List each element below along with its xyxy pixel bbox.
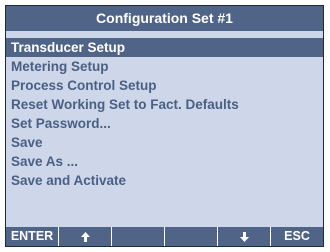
screen-title: Configuration Set #1 (6, 6, 323, 31)
esc-softkey[interactable]: ESC (270, 227, 323, 246)
menu-item-reset-defaults[interactable]: Reset Working Set to Fact. Defaults (6, 95, 323, 114)
up-softkey[interactable] (58, 227, 111, 246)
softkey-bar: ENTER ESC (6, 227, 323, 246)
menu-item-transducer-setup[interactable]: Transducer Setup (6, 38, 323, 57)
down-softkey[interactable] (217, 227, 270, 246)
blank-softkey-2[interactable] (164, 227, 217, 246)
menu-item-set-password[interactable]: Set Password... (6, 114, 323, 133)
menu-item-save-as[interactable]: Save As ... (6, 152, 323, 171)
blank-softkey-1[interactable] (111, 227, 164, 246)
device-screen: Configuration Set #1 Transducer Setup Me… (5, 5, 324, 247)
config-menu: Transducer Setup Metering Setup Process … (6, 38, 323, 190)
enter-softkey[interactable]: ENTER (6, 227, 58, 246)
menu-item-process-control-setup[interactable]: Process Control Setup (6, 76, 323, 95)
arrow-up-icon (80, 231, 90, 242)
menu-item-save-and-activate[interactable]: Save and Activate (6, 171, 323, 190)
menu-item-metering-setup[interactable]: Metering Setup (6, 57, 323, 76)
menu-item-save[interactable]: Save (6, 133, 323, 152)
arrow-down-icon (239, 231, 249, 242)
